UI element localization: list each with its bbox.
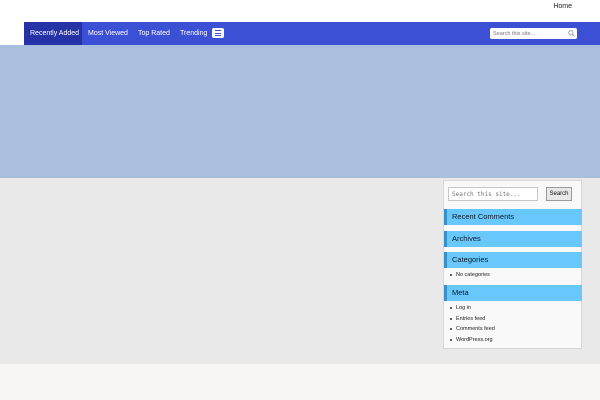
nav-search-box [490,28,577,39]
top-bar: Home [0,0,600,22]
bullet-icon [450,274,452,276]
footer [0,364,600,400]
nav-item-trending[interactable]: Trending [180,22,207,45]
categories-list: No categories [450,270,490,281]
hamburger-icon [215,30,221,31]
main-nav: Recently Added Most Viewed Top Rated Tre… [24,22,600,45]
bullet-icon [450,307,452,309]
meta-link-label[interactable]: Comments feed [456,326,495,332]
nav-search-input[interactable] [490,28,577,39]
meta-link-comments-feed[interactable]: Comments feed [450,324,495,335]
hero-banner-left [0,45,24,178]
meta-link-wordpress-org[interactable]: WordPress.org [450,335,495,346]
sidebar-search-button[interactable]: Search [546,187,572,201]
nav-item-top-rated[interactable]: Top Rated [138,22,170,45]
category-label: No categories [456,272,490,278]
meta-link-label[interactable]: WordPress.org [456,337,493,343]
widget-title-meta: Meta [444,285,582,301]
hero-banner [24,45,600,178]
meta-link-label[interactable]: Log in [456,305,471,311]
meta-link-log-in[interactable]: Log in [450,303,495,314]
sidebar-search-input[interactable] [448,187,538,201]
bullet-icon [450,328,452,331]
home-link[interactable]: Home [553,3,572,10]
menu-toggle-button[interactable] [212,28,224,38]
meta-link-entries-feed[interactable]: Entries feed [450,314,495,325]
widget-title-categories: Categories [444,252,582,268]
widget-title-archives: Archives [444,231,582,247]
search-icon[interactable] [568,30,575,37]
sidebar: Search Recent Comments Archives Categori… [443,180,582,349]
hamburger-icon-line [215,32,221,34]
bullet-icon [450,317,452,320]
bullet-icon [450,338,452,341]
list-item: No categories [450,270,490,281]
nav-item-recently-added[interactable]: Recently Added [24,22,82,45]
widget-title-recent-comments: Recent Comments [444,209,582,225]
hamburger-icon-line [215,35,221,36]
meta-link-label[interactable]: Entries feed [456,316,485,322]
meta-list: Log in Entries feed Comments feed WordPr… [450,303,495,345]
nav-item-most-viewed[interactable]: Most Viewed [88,22,128,45]
